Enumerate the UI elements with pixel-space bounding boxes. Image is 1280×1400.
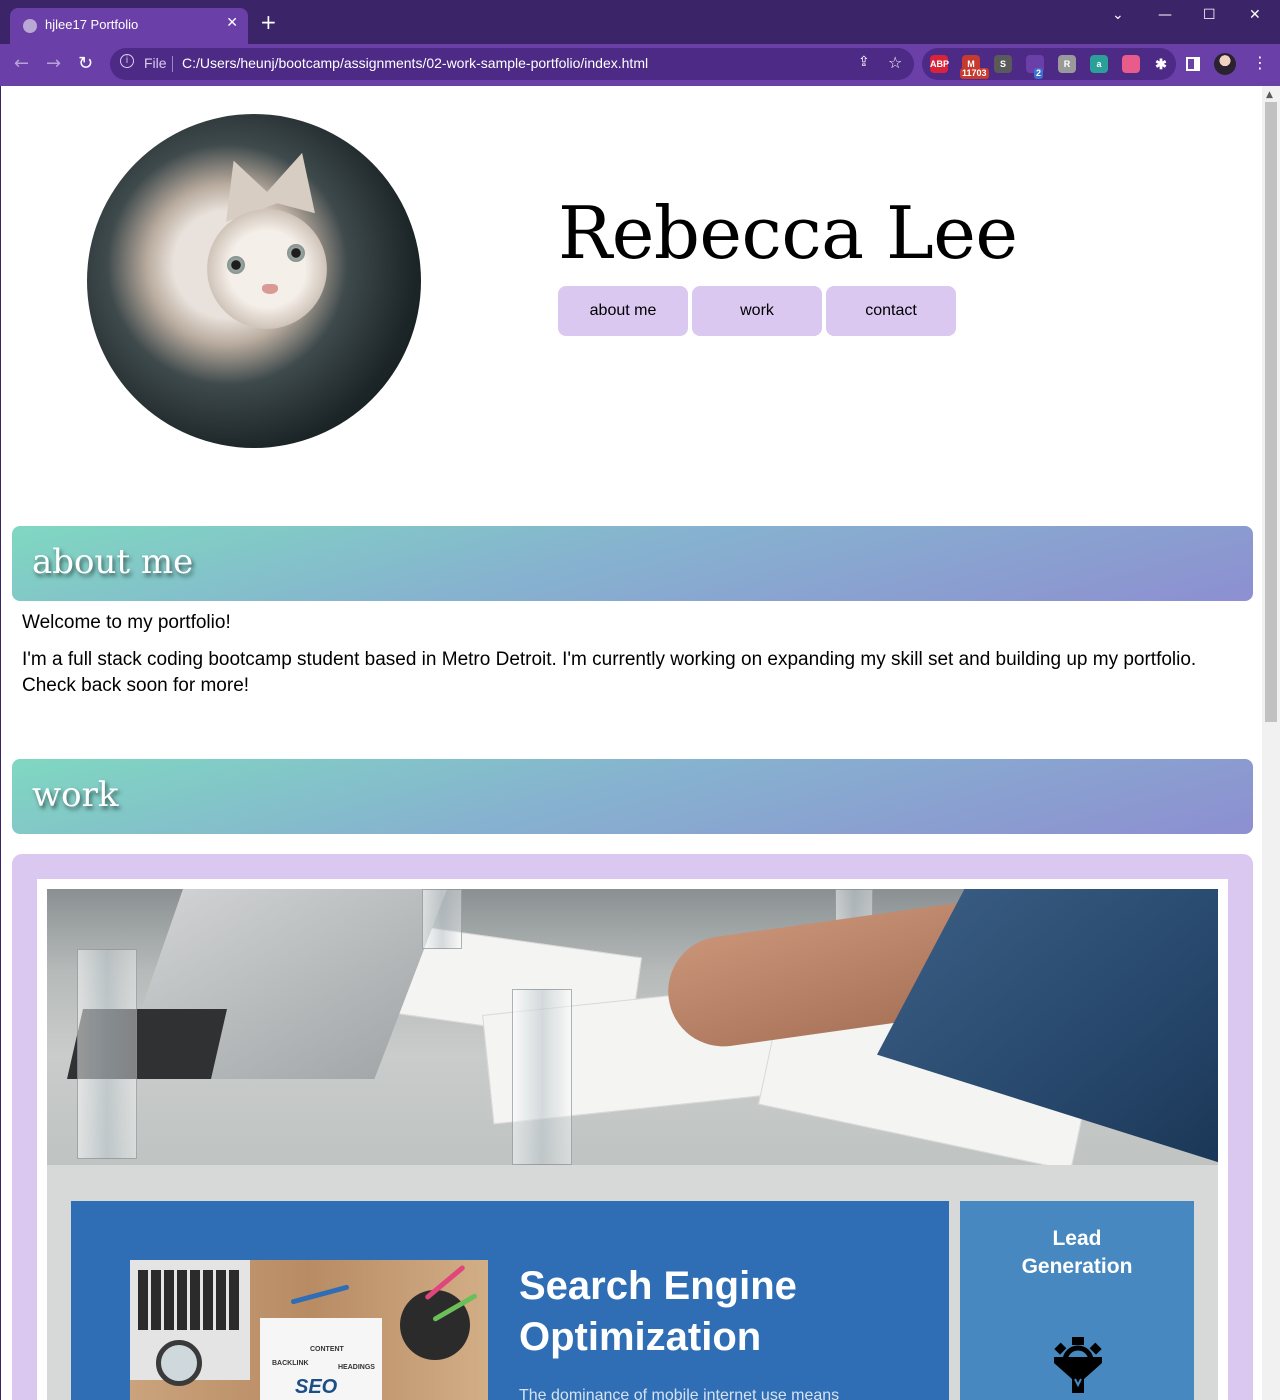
address-url[interactable]: C:/Users/heunj/bootcamp/assignments/02-w… [182,55,648,71]
seo-blurb: The dominance of mobile internet use mea… [519,1387,840,1400]
about-heading: about me [32,542,194,582]
tab-search-icon[interactable]: ⌄ [1112,7,1124,23]
scrollbar-thumb[interactable] [1265,102,1277,722]
gmail-checker-badge: 11703 [960,68,989,79]
nav-about-me[interactable]: about me [558,286,688,336]
extension-purple-badge: 2 [1034,68,1044,79]
nav-contact[interactable]: contact [826,286,956,336]
photo-glass-center [512,989,572,1165]
seo-panel: CONTENT BACKLINK HEADINGS SEO Search Eng… [71,1201,949,1400]
lead-title: Lead Generation [960,1225,1194,1281]
tab-title: hjlee17 Portfolio [45,17,139,32]
page-viewport: Rebecca Lee about me work contact about … [0,86,1262,1400]
address-separator [172,56,173,72]
profile-avatar[interactable] [1214,53,1236,75]
back-arrow-icon[interactable]: ← [14,53,29,74]
photo-glass-back [422,889,462,949]
pen-blue [290,1284,350,1305]
bookmark-star-icon[interactable]: ☆ [888,53,902,72]
globe-icon [23,19,37,33]
browser-tab[interactable]: hjlee17 Portfolio ✕ [10,8,248,44]
more-menu-icon[interactable]: ⋮ [1252,53,1268,72]
extension-pink-icon[interactable] [1122,55,1140,73]
seo-photo: CONTENT BACKLINK HEADINGS SEO [130,1260,488,1400]
extensions-bar: ABP M 11703 S 2 Ra ✱ [922,48,1176,80]
cat-face [207,209,327,329]
new-tab-button[interactable]: + [260,12,277,32]
seo-note-backlink: BACKLINK [272,1360,309,1367]
profile-photo-cat [87,114,421,448]
extensions-puzzle-icon[interactable]: ✱ [1152,55,1170,73]
work-project-card[interactable]: CONTENT BACKLINK HEADINGS SEO Search Eng… [12,854,1253,1400]
info-icon[interactable]: i [120,54,134,68]
seo-note-headings: HEADINGS [338,1364,375,1371]
seo-note-content: CONTENT [310,1346,344,1353]
address-scheme: File [144,55,167,71]
magnifier-icon [156,1340,202,1386]
reload-icon[interactable]: ↻ [78,53,93,74]
side-panel-icon[interactable] [1186,57,1200,71]
work-banner: CONTENT BACKLINK HEADINGS SEO Search Eng… [47,1165,1218,1400]
site-name: Rebecca Lee [558,191,1018,275]
funnel-gear-icon [1054,1337,1102,1393]
address-bar[interactable]: i File C:/Users/heunj/bootcamp/assignmen… [110,48,914,80]
seo-title-line-1: Search Engine [519,1264,797,1308]
browser-titlebar: hjlee17 Portfolio ✕ + ⌄ — ☐ ✕ [0,0,1280,44]
lead-generation-panel: Lead Generation [960,1201,1194,1400]
extension-teal-icon[interactable]: a [1090,55,1108,73]
seo-note-word: SEO [295,1376,338,1398]
seo-title-line-2: Optimization [519,1315,762,1359]
close-window-icon[interactable]: ✕ [1249,7,1261,23]
minimize-icon[interactable]: — [1158,7,1172,23]
photo-glass-left [77,949,137,1159]
page-scrollbar[interactable]: ▲ [1262,86,1280,1400]
about-welcome: Welcome to my portfolio! [22,612,231,633]
extension-grey-icon[interactable]: R [1058,55,1076,73]
lead-title-line-1: Lead [1052,1227,1102,1250]
work-heading: work [32,775,119,815]
close-tab-icon[interactable]: ✕ [226,15,238,31]
maximize-icon[interactable]: ☐ [1203,7,1216,23]
cat-eye-right [287,244,305,262]
about-section-header: about me [12,526,1253,601]
script-extension-icon[interactable]: S [994,55,1012,73]
browser-toolbar: ← → ↻ i File C:/Users/heunj/bootcamp/ass… [0,44,1280,86]
meeting-table-photo [47,889,1218,1165]
work-project-frame: CONTENT BACKLINK HEADINGS SEO Search Eng… [37,879,1228,1400]
work-section-header: work [12,759,1253,834]
adblock-plus-icon[interactable]: ABP [930,55,949,73]
scroll-up-arrow-icon[interactable]: ▲ [1266,90,1273,100]
cat-eye-left [227,256,245,274]
about-bio: I'm a full stack coding bootcamp student… [22,649,1197,696]
lead-title-line-2: Generation [1021,1255,1133,1278]
share-icon[interactable]: ⇪ [858,54,870,70]
nav-work[interactable]: work [692,286,822,336]
forward-arrow-icon[interactable]: → [46,53,61,74]
seo-title: Search Engine Optimization [519,1261,797,1363]
cat-nose [262,284,278,294]
main-nav: about me work contact [558,286,956,336]
